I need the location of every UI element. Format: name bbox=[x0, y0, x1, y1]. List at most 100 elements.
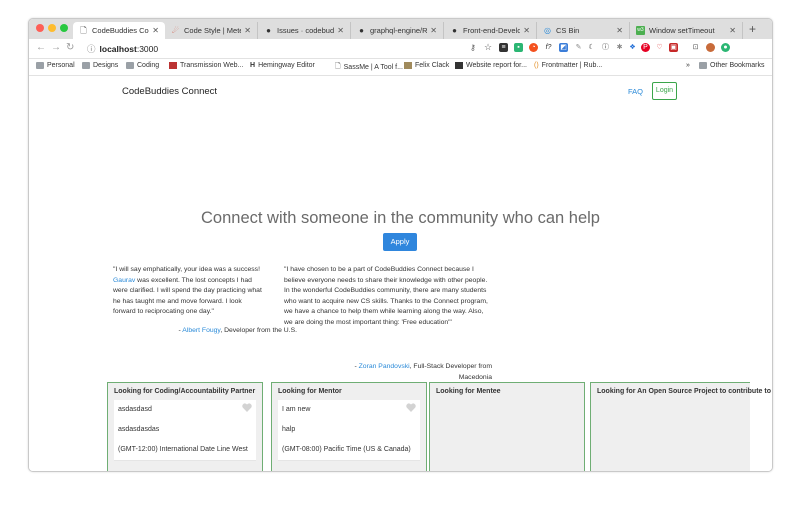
info-icon[interactable]: ⓘ bbox=[87, 44, 96, 54]
meteor-icon: ☄ bbox=[171, 26, 180, 35]
entry-line: asdasdasdas bbox=[118, 426, 160, 433]
tab-cs-bin[interactable]: ◎ CS Bin ✕ bbox=[537, 22, 630, 39]
bookmark-felix-clack[interactable]: Felix Clack bbox=[404, 62, 449, 69]
close-tab-icon[interactable]: ✕ bbox=[152, 26, 159, 35]
apply-button[interactable]: Apply bbox=[383, 233, 417, 251]
url-port: :3000 bbox=[136, 44, 159, 54]
extension-icon[interactable]: ◩ bbox=[559, 43, 568, 52]
bookmark-sassme[interactable]: 🗋 SassMe | A Tool f... bbox=[335, 62, 403, 73]
tab-strip: 🗋 CodeBuddies Conne ✕ ☄ Code Style | Met… bbox=[29, 19, 772, 39]
brand-title[interactable]: CodeBuddies Connect bbox=[122, 86, 217, 97]
card-open-source: Looking for An Open Source Project to co… bbox=[590, 382, 771, 471]
bookmark-frontmatter[interactable]: () Frontmatter | Rub... bbox=[534, 62, 602, 69]
felix-icon bbox=[404, 62, 412, 69]
tab-code-style[interactable]: ☄ Code Style | Meteo ✕ bbox=[165, 22, 258, 39]
extension-icon[interactable]: f? bbox=[544, 43, 553, 52]
browser-window: 🗋 CodeBuddies Conne ✕ ☄ Code Style | Met… bbox=[28, 18, 773, 472]
bookmark-label: Personal bbox=[47, 62, 75, 69]
avatar[interactable] bbox=[706, 43, 715, 52]
frontmatter-icon: () bbox=[534, 62, 539, 69]
extension-icon[interactable]: ▣ bbox=[669, 43, 678, 52]
pinterest-icon[interactable]: P bbox=[641, 43, 650, 52]
gaurav-link[interactable]: Gaurav bbox=[113, 277, 135, 284]
github-icon: ● bbox=[359, 26, 364, 35]
csbin-icon: ◎ bbox=[544, 26, 551, 35]
hero-title: Connect with someone in the community wh… bbox=[201, 209, 600, 227]
extension-icon[interactable]: ⓘ bbox=[601, 43, 610, 52]
bookmarks-bar: Personal Designs Coding Transmission Web… bbox=[29, 59, 772, 76]
dropbox-icon[interactable]: ❖ bbox=[628, 43, 637, 52]
extension-icon[interactable]: ≡ bbox=[499, 43, 508, 52]
forward-arrow-icon[interactable]: → bbox=[51, 42, 61, 53]
close-tab-icon[interactable]: ✕ bbox=[337, 26, 344, 35]
close-tab-icon[interactable]: ✕ bbox=[523, 26, 530, 35]
address-bar[interactable]: ⓘ localhost:3000 bbox=[87, 43, 158, 55]
tab-label: CodeBuddies Conne bbox=[92, 26, 149, 35]
faq-link[interactable]: FAQ bbox=[628, 87, 643, 96]
maximize-window-icon[interactable] bbox=[60, 24, 68, 32]
tab-window-settimeout[interactable]: w3 Window setTimeout ✕ bbox=[630, 22, 743, 39]
entry-line: (GMT-08:00) Pacific Time (US & Canada) bbox=[282, 446, 411, 453]
tab-front-end-developer[interactable]: ● Front-end-Develope ✕ bbox=[444, 22, 537, 39]
more-bookmarks-icon[interactable]: » bbox=[686, 62, 690, 69]
extension-icon[interactable]: ▪ bbox=[514, 43, 523, 52]
tab-label: CS Bin bbox=[556, 26, 580, 35]
bookmark-transmission[interactable]: Transmission Web... bbox=[169, 62, 243, 69]
dark-mode-icon[interactable]: ☾ bbox=[587, 43, 596, 52]
list-item[interactable]: asdasdasd asdasdasdas (GMT-12:00) Intern… bbox=[114, 400, 256, 461]
quote-text: was excellent. The lost concepts I had w… bbox=[113, 276, 262, 316]
author-link[interactable]: Albert Fougy bbox=[182, 327, 220, 334]
tab-graphql-engine[interactable]: ● graphql-engine/REA ✕ bbox=[351, 22, 444, 39]
reload-icon[interactable]: ↻ bbox=[66, 42, 74, 53]
bookmark-label: Website report for... bbox=[466, 62, 527, 69]
card-mentee: Looking for Mentee bbox=[429, 382, 585, 471]
testimonial-author: - Zoran Pandovski, Full-Stack Developer … bbox=[329, 362, 492, 383]
bookmark-label: Hemingway Editor bbox=[258, 62, 315, 69]
heart-icon[interactable] bbox=[242, 403, 252, 412]
pocket-icon[interactable]: ♡ bbox=[655, 43, 664, 52]
extension-icon[interactable]: ✎ bbox=[574, 43, 583, 52]
card-title: Looking for Coding/Accountability Partne… bbox=[114, 388, 256, 395]
close-tab-icon[interactable]: ✕ bbox=[616, 26, 623, 35]
tab-label: Issues · codebuddie bbox=[277, 26, 335, 35]
tab-codebuddies[interactable]: 🗋 CodeBuddies Conne ✕ bbox=[73, 22, 165, 39]
extension-icon[interactable]: ● bbox=[721, 43, 730, 52]
bookmark-personal[interactable]: Personal bbox=[36, 62, 75, 69]
close-tab-icon[interactable]: ✕ bbox=[729, 26, 736, 35]
heart-icon[interactable] bbox=[406, 403, 416, 412]
cast-icon[interactable]: ⊡ bbox=[691, 43, 700, 52]
back-arrow-icon[interactable]: ← bbox=[36, 42, 46, 53]
bookmark-star-icon[interactable]: ☆ bbox=[484, 42, 492, 53]
key-icon[interactable]: ⚷ bbox=[470, 43, 476, 52]
entry-line: asdasdasd bbox=[118, 406, 152, 413]
hemingway-icon: H bbox=[250, 62, 256, 69]
testimonial-quote: "I have chosen to be a part of CodeBuddi… bbox=[284, 266, 488, 326]
close-window-icon[interactable] bbox=[36, 24, 44, 32]
tab-label: Code Style | Meteo bbox=[184, 26, 242, 35]
bookmark-website-report[interactable]: Website report for... bbox=[455, 62, 527, 69]
list-item[interactable]: I am new halp (GMT-08:00) Pacific Time (… bbox=[278, 400, 420, 461]
login-button[interactable]: Login bbox=[652, 82, 677, 100]
close-tab-icon[interactable]: ✕ bbox=[430, 26, 437, 35]
extension-icon[interactable]: ✱ bbox=[615, 43, 624, 52]
minimize-window-icon[interactable] bbox=[48, 24, 56, 32]
url-host: localhost bbox=[99, 44, 137, 54]
bookmark-hemingway[interactable]: H Hemingway Editor bbox=[250, 62, 315, 69]
testimonial-author: - Albert Fougy, Developer from the U.S. bbox=[113, 326, 298, 337]
bookmark-designs[interactable]: Designs bbox=[82, 62, 118, 69]
card-title: Looking for Mentee bbox=[436, 388, 501, 395]
folder-icon bbox=[699, 62, 707, 69]
bookmark-other[interactable]: Other Bookmarks bbox=[699, 62, 764, 69]
close-tab-icon[interactable]: ✕ bbox=[244, 26, 251, 35]
tab-issues[interactable]: ● Issues · codebuddie ✕ bbox=[258, 22, 351, 39]
author-link[interactable]: Zoran Pandovski bbox=[359, 363, 410, 370]
folder-icon bbox=[36, 62, 44, 69]
new-tab-button[interactable]: + bbox=[749, 22, 756, 36]
entry-line: (GMT-12:00) International Date Line West bbox=[118, 446, 248, 453]
page-icon: 🗋 bbox=[80, 26, 87, 35]
card-mentor: Looking for Mentor I am new halp (GMT-08… bbox=[271, 382, 427, 471]
bookmark-coding[interactable]: Coding bbox=[126, 62, 159, 69]
bookmark-label: Frontmatter | Rub... bbox=[541, 62, 603, 69]
github-icon: ● bbox=[452, 26, 457, 35]
extension-icon[interactable]: ◔ bbox=[529, 43, 538, 52]
